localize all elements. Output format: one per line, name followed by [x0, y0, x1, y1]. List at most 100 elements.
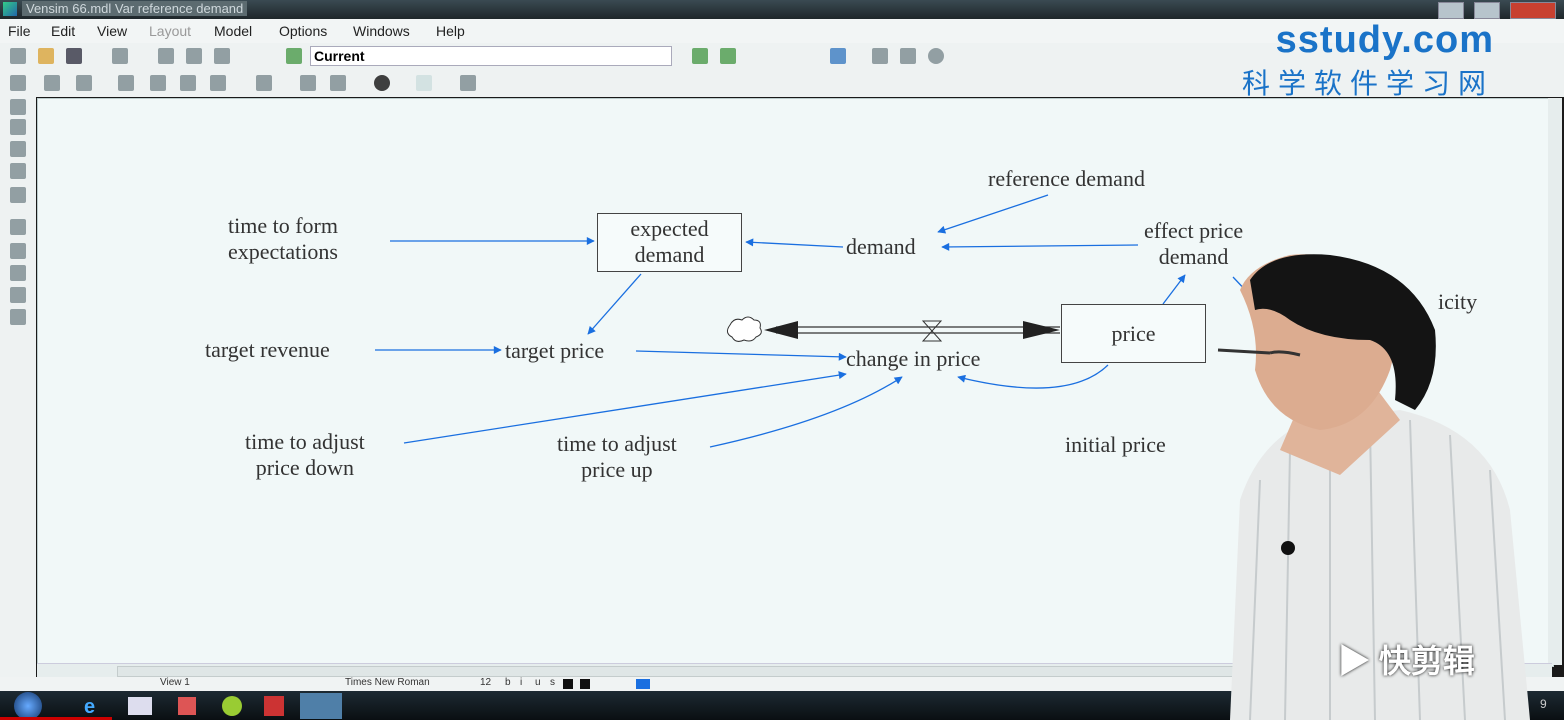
document-icon[interactable] — [10, 163, 26, 179]
causes-tree-icon[interactable] — [10, 99, 26, 115]
link-expected-demand-target-price[interactable] — [587, 273, 642, 335]
cloud-source-icon — [726, 316, 762, 342]
clock: 9 — [1540, 697, 1547, 711]
flow-pipe[interactable] — [764, 320, 1060, 342]
var-reference-demand[interactable]: reference demand — [988, 166, 1145, 192]
link-effect-price-demand[interactable] — [941, 242, 1139, 251]
ie-icon[interactable]: e — [84, 696, 95, 719]
info-icon[interactable] — [928, 48, 944, 64]
runs-compare-icon[interactable] — [10, 309, 26, 325]
reality-check-icon[interactable] — [830, 48, 846, 64]
microphone-icon — [1281, 541, 1295, 555]
delete-icon[interactable] — [374, 75, 390, 91]
var-change-in-price[interactable]: change in price — [846, 346, 980, 372]
pointer-icon[interactable] — [10, 75, 26, 91]
sstudy-logo: sstudy.com — [1275, 19, 1494, 61]
var-target-price[interactable]: target price — [505, 338, 604, 364]
maximize-button[interactable] — [1474, 2, 1500, 19]
link-price-effect[interactable] — [1162, 274, 1186, 305]
start-button[interactable] — [14, 692, 42, 720]
sensitivity-icon[interactable] — [900, 48, 916, 64]
loops-icon[interactable] — [10, 141, 26, 157]
menu-layout[interactable]: Layout — [149, 23, 191, 39]
kuaijianji-watermark: ▶ 快剪辑 — [1338, 636, 1475, 682]
fill-color-swatch[interactable] — [636, 679, 650, 689]
arrow-tool-icon[interactable] — [180, 75, 196, 91]
variable-icon[interactable] — [118, 75, 134, 91]
link-price-change[interactable] — [957, 364, 1109, 389]
media-player-icon[interactable] — [178, 697, 196, 715]
synthesim-icon[interactable] — [720, 48, 736, 64]
vensim-task-icon[interactable] — [300, 693, 342, 719]
title-bar: Vensim 66.mdl Var reference demand — [0, 0, 1564, 19]
copy-icon[interactable] — [186, 48, 202, 64]
explorer-icon[interactable] — [128, 697, 152, 715]
window-title: Vensim 66.mdl Var reference demand — [22, 1, 248, 16]
analysis-toolbar — [0, 97, 36, 677]
run-name-input[interactable]: Current — [310, 46, 672, 66]
print-icon[interactable] — [112, 48, 128, 64]
level-expected-demand[interactable]: expected demand — [597, 213, 742, 272]
bar-graph-icon[interactable] — [10, 265, 26, 281]
level-label: expected demand — [630, 216, 709, 267]
link-time-up-change[interactable] — [709, 376, 903, 448]
var-target-revenue[interactable]: target revenue — [205, 337, 330, 363]
paste-icon[interactable] — [214, 48, 230, 64]
link-target-price-change[interactable] — [635, 350, 847, 361]
bold-toggle[interactable]: b — [505, 677, 511, 688]
link-demand-expected-demand[interactable] — [745, 238, 844, 248]
minimize-button[interactable] — [1438, 2, 1464, 19]
box-variable-icon[interactable] — [150, 75, 166, 91]
text-color-swatch[interactable] — [563, 679, 573, 689]
set-run-icon[interactable] — [286, 48, 302, 64]
var-time-to-adjust-price-down[interactable]: time to adjust price down — [245, 429, 365, 481]
var-demand[interactable]: demand — [846, 234, 916, 260]
lock-icon[interactable] — [44, 75, 60, 91]
open-icon[interactable] — [38, 48, 54, 64]
causes-strip-icon[interactable] — [10, 219, 26, 235]
strike-toggle[interactable]: s — [550, 677, 555, 688]
view-selector[interactable]: View 1 — [160, 677, 190, 688]
font-size-selector[interactable]: 12 — [480, 677, 491, 688]
underline-toggle[interactable]: u — [535, 677, 541, 688]
play-icon: ▶ — [1338, 643, 1379, 679]
var-time-to-form-expectations[interactable]: time to form expectations — [228, 213, 338, 265]
sstudy-logo-cn: 科学软件学习网 — [1241, 68, 1494, 99]
hand-icon[interactable] — [76, 75, 92, 91]
app-icon[interactable] — [222, 696, 242, 716]
menu-options[interactable]: Options — [279, 23, 327, 39]
font-selector[interactable]: Times New Roman — [345, 677, 430, 688]
menu-help[interactable]: Help — [436, 23, 465, 39]
menu-windows[interactable]: Windows — [353, 23, 410, 39]
cut-icon[interactable] — [158, 48, 174, 64]
var-time-to-adjust-price-up[interactable]: time to adjust price up — [557, 431, 677, 483]
editor-name: 快剪辑 — [1378, 643, 1475, 679]
table-icon[interactable] — [10, 287, 26, 303]
level-label: price — [1111, 321, 1156, 346]
reference-mode-icon[interactable] — [460, 75, 476, 91]
new-icon[interactable] — [10, 48, 26, 64]
vertical-scrollbar[interactable] — [1548, 98, 1562, 665]
menu-view[interactable]: View — [97, 23, 127, 39]
games-icon[interactable] — [872, 48, 888, 64]
powerpoint-icon[interactable] — [264, 696, 284, 716]
graph-icon[interactable] — [10, 243, 26, 259]
menu-model[interactable]: Model — [214, 23, 252, 39]
uses-tree-icon[interactable] — [10, 119, 26, 135]
shadow-variable-icon[interactable] — [256, 75, 272, 91]
var-initial-price[interactable]: initial price — [1065, 432, 1166, 458]
line-color-swatch[interactable] — [580, 679, 590, 689]
menu-file[interactable]: File — [8, 23, 31, 39]
close-button[interactable] — [1510, 2, 1556, 19]
input-output-icon[interactable] — [300, 75, 316, 91]
menu-edit[interactable]: Edit — [51, 23, 75, 39]
document-all-icon[interactable] — [10, 187, 26, 203]
italic-toggle[interactable]: i — [520, 677, 522, 688]
level-price[interactable]: price — [1061, 304, 1206, 363]
equations-icon[interactable] — [416, 75, 432, 91]
link-reference-demand-demand[interactable] — [937, 194, 1049, 234]
rate-icon[interactable] — [210, 75, 226, 91]
save-icon[interactable] — [66, 48, 82, 64]
comment-icon[interactable] — [330, 75, 346, 91]
simulate-icon[interactable] — [692, 48, 708, 64]
